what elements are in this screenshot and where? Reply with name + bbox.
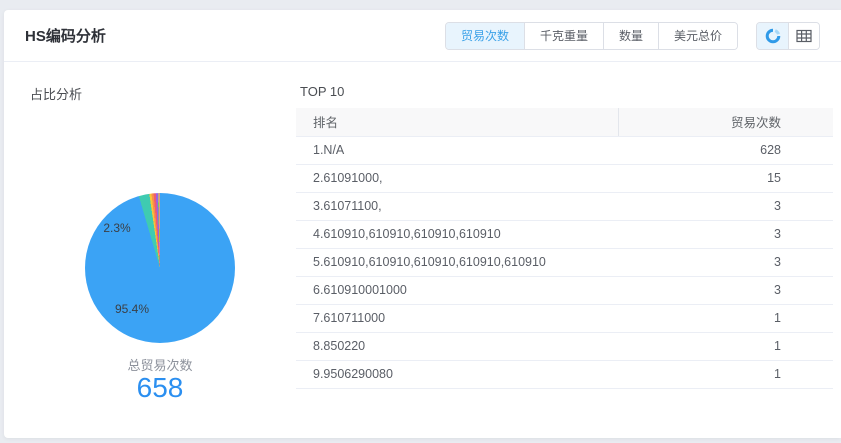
pie-label-main: 95.4% xyxy=(115,302,149,316)
table-row: 8.8502201 xyxy=(296,332,833,360)
rank-cell: 3.61071100, xyxy=(296,192,618,220)
table-view-button[interactable] xyxy=(788,23,819,49)
card-header: HS编码分析 贸易次数 千克重量 数量 美元总价 xyxy=(4,10,841,62)
page-title: HS编码分析 xyxy=(25,25,106,46)
card-body: 占比分析 95.4% 2.3% 总贸易次数 658 TOP 10 排名 贸易次数… xyxy=(4,62,841,438)
metric-tab-group: 贸易次数 千克重量 数量 美元总价 xyxy=(445,22,738,50)
table-row: 2.61091000,15 xyxy=(296,164,833,192)
value-cell: 3 xyxy=(618,248,833,276)
value-cell: 3 xyxy=(618,220,833,248)
value-cell: 628 xyxy=(618,136,833,164)
hs-code-analysis-card: HS编码分析 贸易次数 千克重量 数量 美元总价 xyxy=(4,10,841,438)
value-cell: 3 xyxy=(618,192,833,220)
left-panel-heading: 占比分析 xyxy=(30,84,82,103)
table-icon xyxy=(796,29,812,43)
rank-cell: 9.9506290080 xyxy=(296,360,618,388)
value-cell: 1 xyxy=(618,360,833,388)
pie-chart-icon xyxy=(765,28,781,44)
table-header-row: 排名 贸易次数 xyxy=(296,108,833,136)
rank-cell: 6.610910001000 xyxy=(296,276,618,304)
total-trades-value: 658 xyxy=(85,372,235,404)
value-cell: 15 xyxy=(618,164,833,192)
view-toggle-group xyxy=(756,22,820,50)
rank-column-header: 排名 xyxy=(296,108,618,136)
tab-kg-weight[interactable]: 千克重量 xyxy=(524,23,603,49)
pie-chart[interactable] xyxy=(85,193,235,343)
right-panel-heading: TOP 10 xyxy=(300,84,344,99)
value-cell: 1 xyxy=(618,304,833,332)
rank-cell: 2.61091000, xyxy=(296,164,618,192)
table-row: 5.610910,610910,610910,610910,6109103 xyxy=(296,248,833,276)
rank-cell: 8.850220 xyxy=(296,332,618,360)
tab-trade-count[interactable]: 贸易次数 xyxy=(446,23,524,49)
top10-table: 排名 贸易次数 1.N/A6282.61091000,153.61071100,… xyxy=(296,108,833,389)
pie-view-button[interactable] xyxy=(757,23,788,49)
table-row: 9.95062900801 xyxy=(296,360,833,388)
table-row: 3.61071100,3 xyxy=(296,192,833,220)
value-cell: 3 xyxy=(618,276,833,304)
rank-cell: 1.N/A xyxy=(296,136,618,164)
tab-usd-total[interactable]: 美元总价 xyxy=(658,23,737,49)
value-column-header: 贸易次数 xyxy=(618,108,833,136)
value-cell: 1 xyxy=(618,332,833,360)
rank-cell: 5.610910,610910,610910,610910,610910 xyxy=(296,248,618,276)
table-row: 4.610910,610910,610910,6109103 xyxy=(296,220,833,248)
rank-cell: 7.610711000 xyxy=(296,304,618,332)
rank-cell: 4.610910,610910,610910,610910 xyxy=(296,220,618,248)
table-row: 6.6109100010003 xyxy=(296,276,833,304)
table-row: 7.6107110001 xyxy=(296,304,833,332)
pie-label-second: 2.3% xyxy=(103,221,130,235)
tab-quantity[interactable]: 数量 xyxy=(603,23,658,49)
table-row: 1.N/A628 xyxy=(296,136,833,164)
